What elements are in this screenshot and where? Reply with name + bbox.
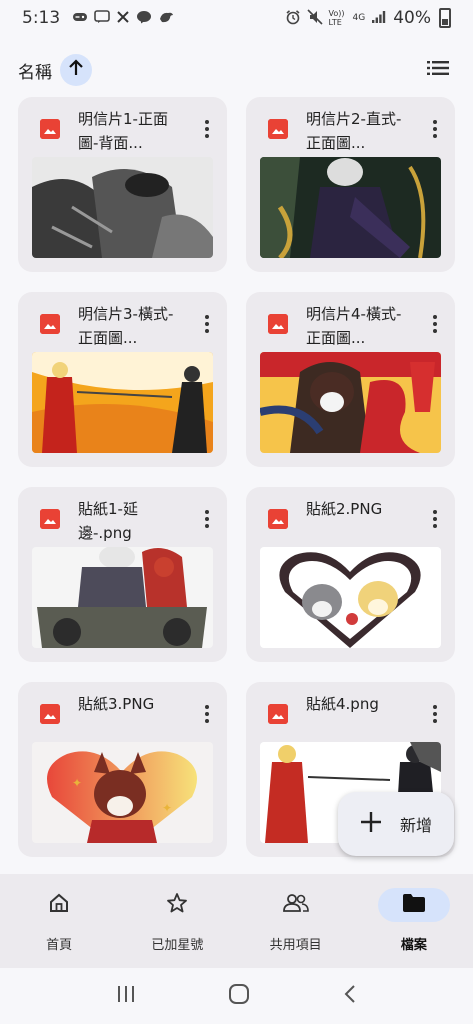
image-file-icon <box>268 119 288 139</box>
file-card[interactable]: 明信片2-直式-正面圖... <box>246 97 455 272</box>
people-icon <box>282 892 309 918</box>
file-thumbnail[interactable] <box>32 352 213 453</box>
file-card[interactable]: 明信片3-橫式-正面圖... <box>18 292 227 467</box>
file-card-header: 明信片1-正面圖-背面... <box>18 97 227 157</box>
file-card[interactable]: 明信片4-橫式-正面圖... <box>246 292 455 467</box>
file-thumbnail[interactable] <box>32 547 213 648</box>
game-controller-icon <box>72 11 88 26</box>
back-icon[interactable] <box>343 984 357 1008</box>
alarm-icon <box>285 9 301 28</box>
home-icon <box>48 892 70 918</box>
list-view-button[interactable] <box>427 60 449 80</box>
list-view-icon <box>427 61 449 80</box>
more-options-button[interactable] <box>197 507 217 531</box>
image-file-icon <box>268 704 288 724</box>
file-name: 明信片3-橫式-正面圖... <box>78 305 174 347</box>
nav-item-label: 共用項目 <box>269 938 322 953</box>
nav-item-starred-pill <box>141 888 213 922</box>
more-options-button[interactable] <box>197 312 217 336</box>
svg-text:✦: ✦ <box>162 801 172 815</box>
file-thumbnail[interactable] <box>260 157 441 258</box>
more-options-button[interactable] <box>425 507 445 531</box>
image-file-icon <box>40 119 60 139</box>
line-app-icon <box>136 10 152 27</box>
mute-icon <box>306 8 323 28</box>
svg-text:✦: ✦ <box>72 776 82 790</box>
new-button-label: 新增 <box>400 816 433 835</box>
bottom-nav: 首頁 已加星號 共用項目 檔案 <box>0 874 473 968</box>
file-card-header: 明信片4-橫式-正面圖... <box>246 292 455 352</box>
more-options-button[interactable] <box>425 702 445 726</box>
nav-item-home-pill <box>23 888 95 922</box>
home-button-icon[interactable] <box>228 983 250 1009</box>
file-name: 明信片1-正面圖-背面... <box>78 110 168 152</box>
status-left: 5:13 <box>22 8 174 28</box>
folder-icon <box>402 893 426 917</box>
arrow-up-icon <box>68 59 84 81</box>
file-thumbnail[interactable]: ✦ ✦ <box>32 742 213 843</box>
sort-label[interactable]: 名稱 <box>18 58 52 83</box>
file-card-header: 貼紙3.PNG <box>18 682 227 742</box>
sort-direction-button[interactable] <box>60 54 92 86</box>
file-card-header: 貼紙1-延邊-.png <box>18 487 227 547</box>
chat-icon <box>94 9 110 27</box>
more-options-button[interactable] <box>197 702 217 726</box>
image-file-icon <box>40 704 60 724</box>
file-name: 明信片4-橫式-正面圖... <box>306 305 402 347</box>
sort-bar: 名稱 <box>0 50 473 90</box>
file-card-header: 明信片2-直式-正面圖... <box>246 97 455 157</box>
signal-icon <box>371 10 387 27</box>
file-card-header: 明信片3-橫式-正面圖... <box>18 292 227 352</box>
x-app-icon <box>116 10 130 27</box>
file-card[interactable]: 貼紙3.PNG ✦ ✦ <box>18 682 227 857</box>
more-options-button[interactable] <box>425 312 445 336</box>
new-button[interactable]: 新增 <box>338 792 454 856</box>
nav-item-label: 檔案 <box>400 938 427 953</box>
file-thumbnail[interactable] <box>260 547 441 648</box>
file-name: 貼紙3.PNG <box>78 695 155 713</box>
file-thumbnail[interactable] <box>260 352 441 453</box>
nav-item-files[interactable]: 檔案 <box>355 874 473 968</box>
nav-item-label: 已加星號 <box>151 938 204 953</box>
image-file-icon <box>268 509 288 529</box>
file-name: 明信片2-直式-正面圖... <box>306 110 402 152</box>
file-name: 貼紙2.PNG <box>306 500 383 518</box>
file-name: 貼紙4.png <box>306 695 379 713</box>
nav-item-home[interactable]: 首頁 <box>0 874 118 968</box>
status-bar: 5:13 Vo)) LTE 4G 40% <box>0 0 473 36</box>
nav-item-starred[interactable]: 已加星號 <box>118 874 236 968</box>
file-card[interactable]: 貼紙1-延邊-.png <box>18 487 227 662</box>
nav-item-shared[interactable]: 共用項目 <box>237 874 355 968</box>
image-file-icon <box>268 314 288 334</box>
nav-item-label: 首頁 <box>46 938 73 953</box>
file-thumbnail[interactable] <box>32 157 213 258</box>
file-name: 貼紙1-延邊-.png <box>78 500 138 542</box>
file-card-header: 貼紙4.png <box>246 682 455 742</box>
file-card[interactable]: 貼紙2.PNG <box>246 487 455 662</box>
bird-app-icon <box>158 10 174 27</box>
battery-level: 40% <box>393 8 431 28</box>
nav-item-files-pill <box>377 888 450 922</box>
image-file-icon <box>40 509 60 529</box>
nav-item-shared-pill <box>260 888 332 922</box>
status-right: Vo)) LTE 4G 40% <box>285 8 451 28</box>
status-time: 5:13 <box>22 8 61 28</box>
network-label: Vo)) LTE <box>328 9 345 27</box>
system-nav-bar <box>0 968 473 1024</box>
file-card[interactable]: 明信片1-正面圖-背面... <box>18 97 227 272</box>
more-options-button[interactable] <box>425 117 445 141</box>
recent-apps-icon[interactable] <box>116 985 136 1007</box>
plus-icon <box>360 811 382 837</box>
file-card-header: 貼紙2.PNG <box>246 487 455 547</box>
star-icon <box>166 892 188 918</box>
image-file-icon <box>40 314 60 334</box>
file-grid: 明信片1-正面圖-背面... 明信片2-直式-正面圖... 明信片3-橫式-正面… <box>18 97 455 857</box>
battery-icon <box>439 8 451 28</box>
more-options-button[interactable] <box>197 117 217 141</box>
network-type: 4G <box>352 12 366 23</box>
